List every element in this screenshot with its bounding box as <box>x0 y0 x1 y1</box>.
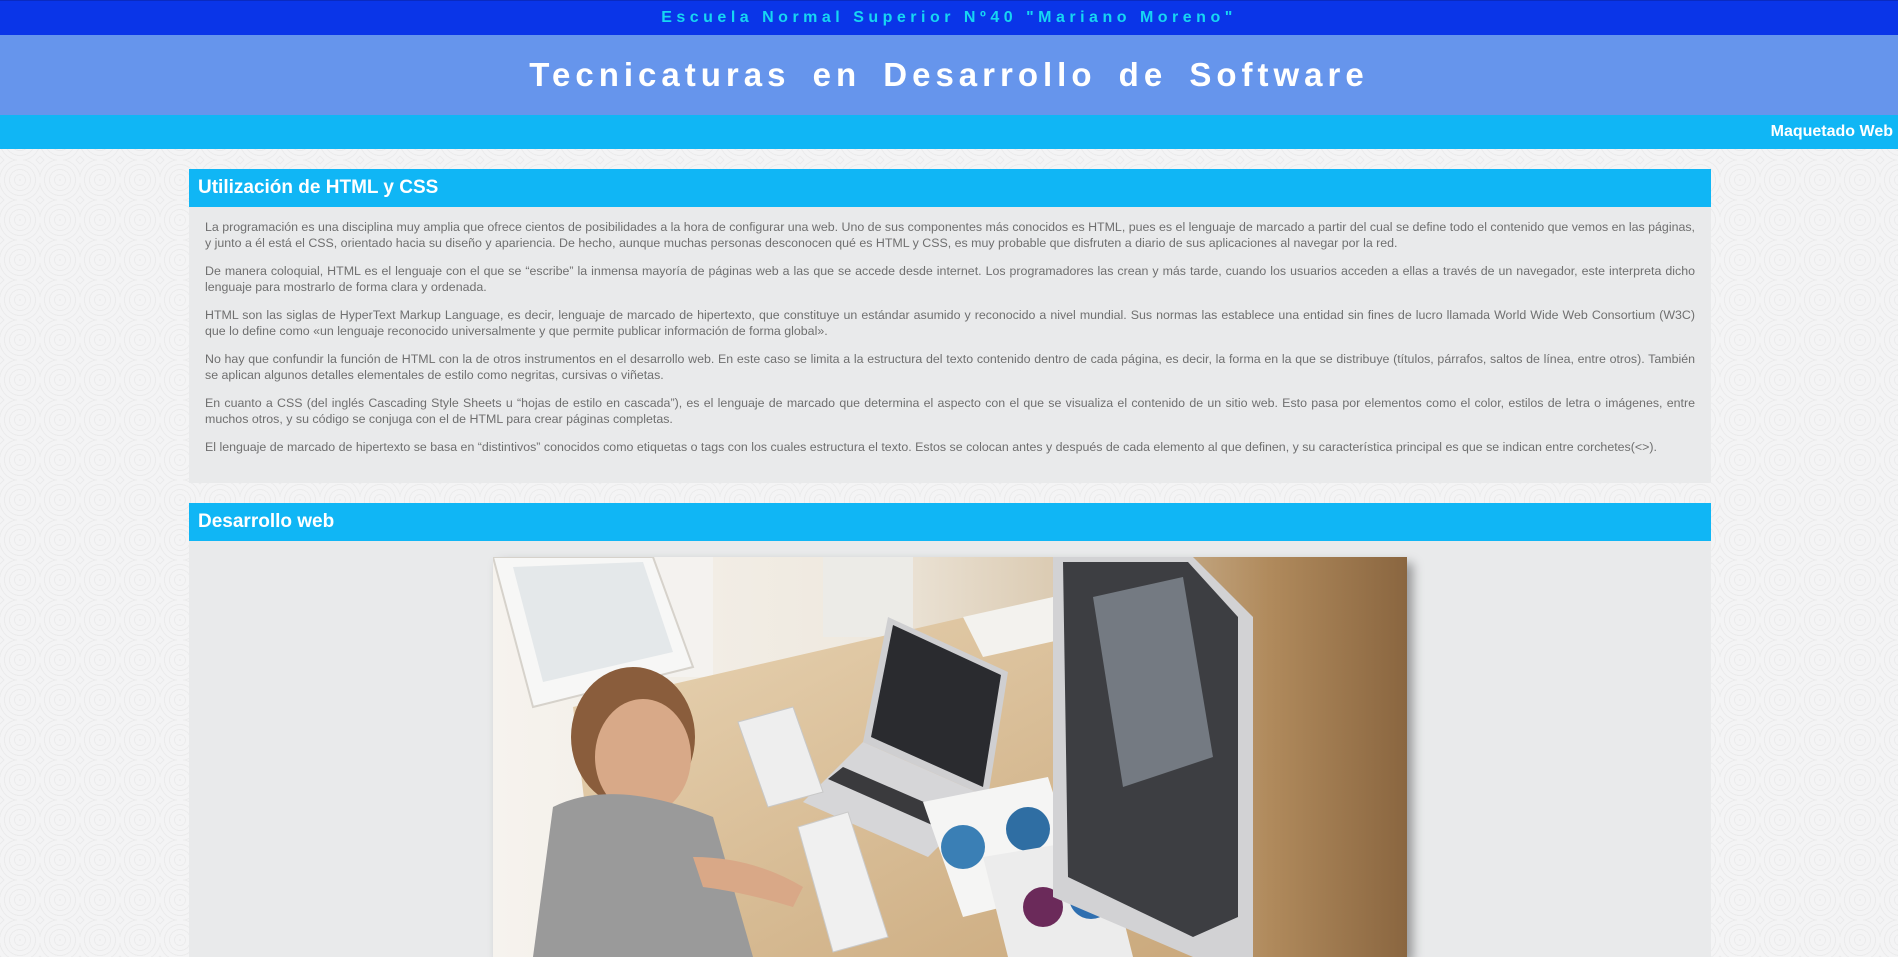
paragraph: La programación es una disciplina muy am… <box>205 220 1695 250</box>
school-banner: Escuela Normal Superior Nº40 "Mariano Mo… <box>0 0 1898 35</box>
paragraph: De manera coloquial, HTML es el lenguaje… <box>205 264 1695 294</box>
section-header: Utilización de HTML y CSS <box>189 169 1711 207</box>
section-title: Utilización de HTML y CSS <box>198 177 439 198</box>
site-title: Tecnicaturas en Desarrollo de Software <box>529 56 1369 93</box>
school-name: Escuela Normal Superior Nº40 "Mariano Mo… <box>661 9 1237 26</box>
paragraph: En cuanto a CSS (del inglés Cascading St… <box>205 396 1695 426</box>
section-header: Desarrollo web <box>189 503 1711 541</box>
paragraph: No hay que confundir la función de HTML … <box>205 352 1695 382</box>
site-header: Tecnicaturas en Desarrollo de Software <box>0 35 1898 115</box>
paragraph: El lenguaje de marcado de hipertexto se … <box>205 440 1657 454</box>
photo-illustration <box>493 557 1407 957</box>
section-body: La programación es una disciplina muy am… <box>189 207 1711 483</box>
nav-bar: Maquetado Web <box>0 115 1898 149</box>
image-container <box>189 541 1711 957</box>
paragraph: HTML son las siglas de HyperText Markup … <box>205 308 1695 338</box>
nav-link-maquetado-web[interactable]: Maquetado Web <box>1771 123 1893 141</box>
developer-photo <box>493 557 1407 957</box>
main-content: Utilización de HTML y CSS La programació… <box>189 169 1711 957</box>
section-title: Desarrollo web <box>198 511 335 532</box>
section-desarrollo-web: Desarrollo web <box>189 503 1711 957</box>
section-html-css: Utilización de HTML y CSS La programació… <box>189 169 1711 483</box>
